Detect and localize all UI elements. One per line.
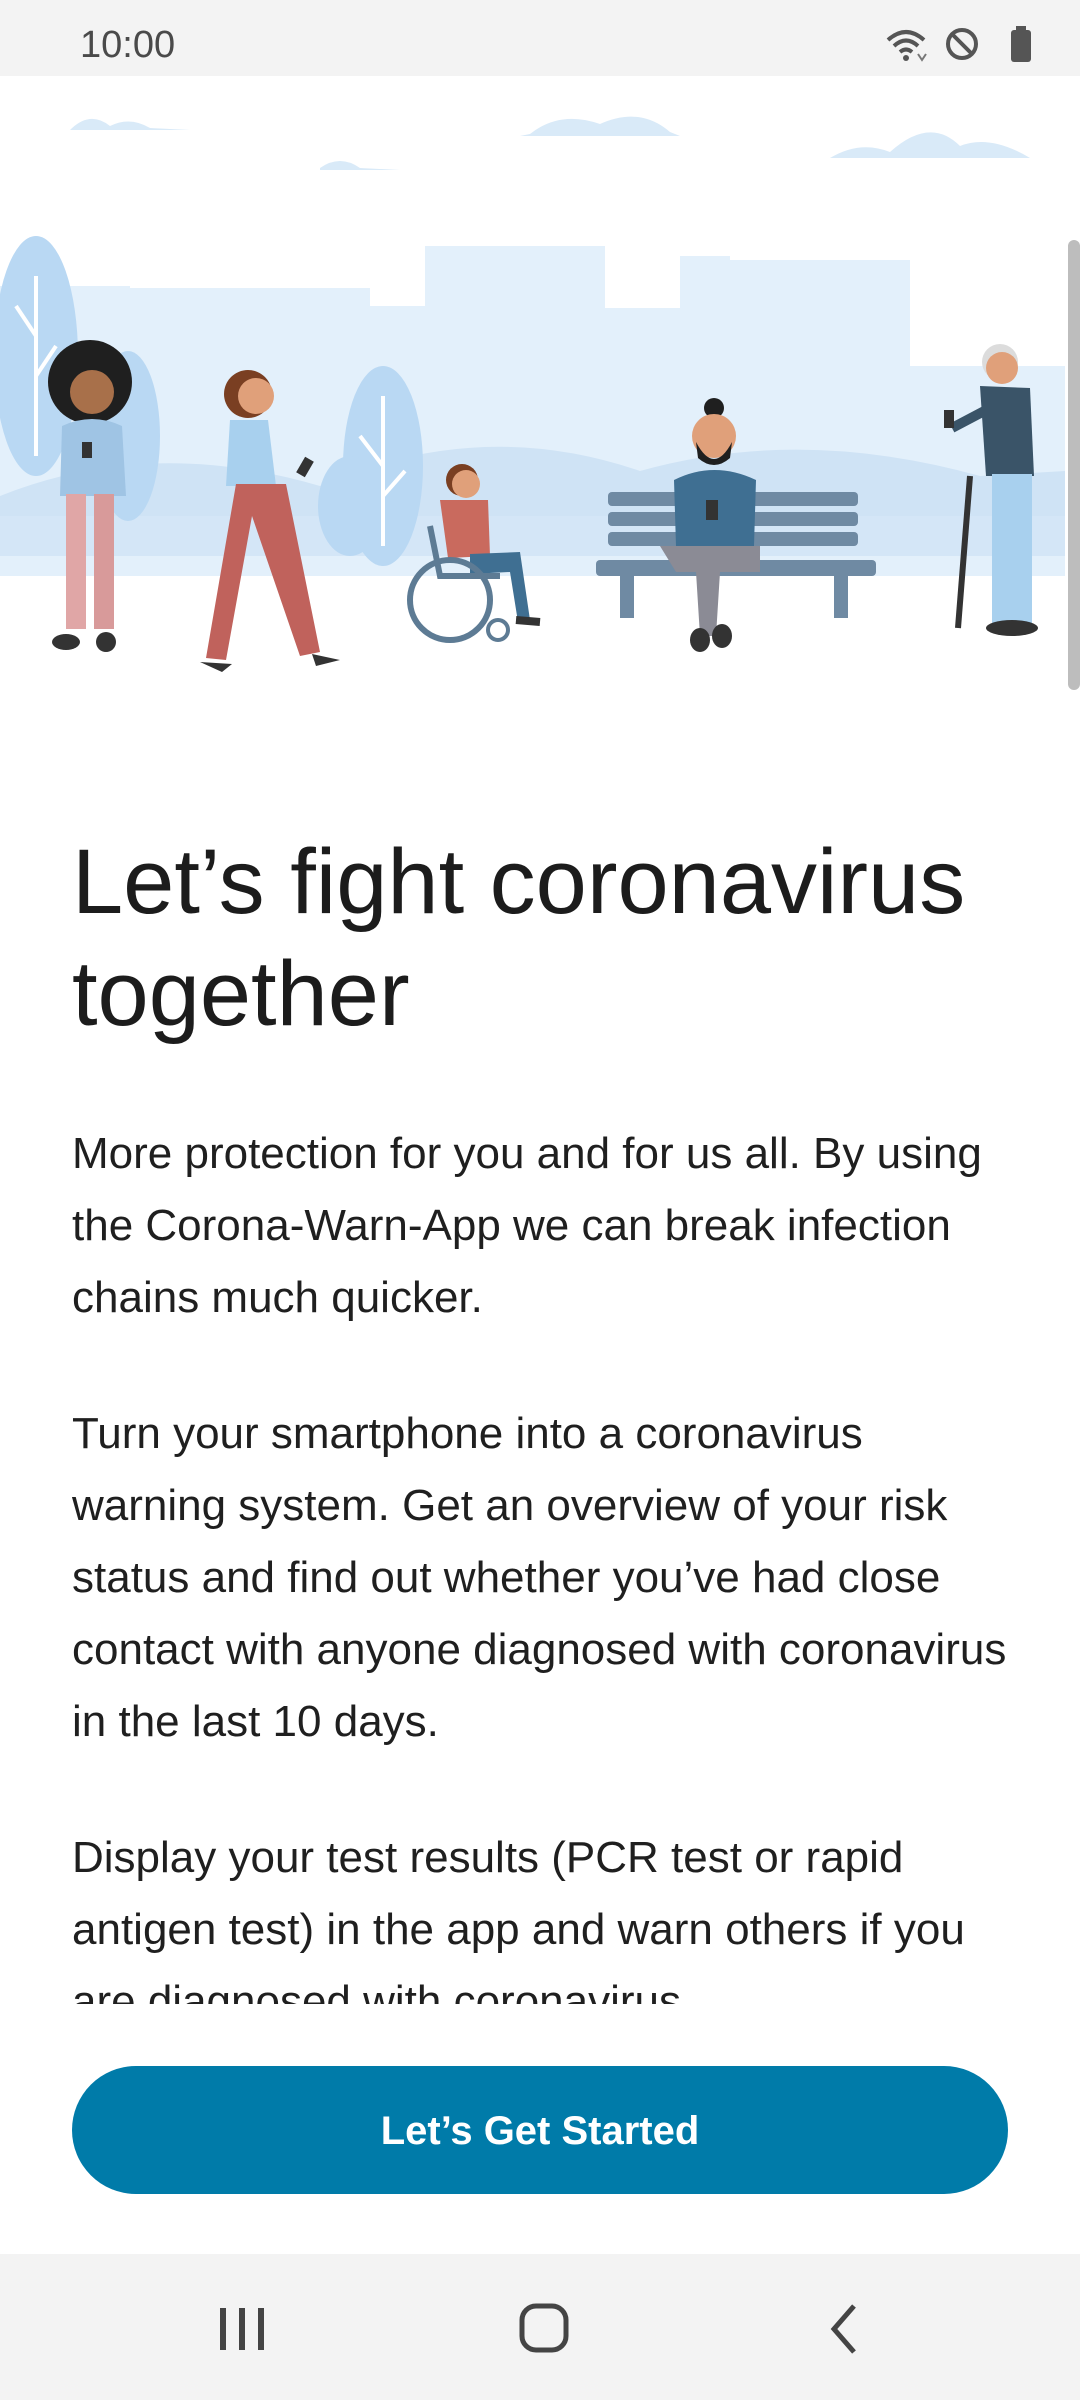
navigation-bar bbox=[0, 2254, 1080, 2400]
scrollbar[interactable] bbox=[1068, 240, 1080, 690]
person-woman-curly-hair bbox=[48, 340, 132, 652]
paragraph-test-results: Display your test results (PCR test or r… bbox=[72, 1833, 965, 2004]
battery-icon bbox=[1011, 26, 1031, 62]
ground-strip bbox=[0, 516, 1065, 556]
page-title: Let’s fight coronavirus together bbox=[72, 831, 966, 1045]
people-in-park-illustration bbox=[0, 116, 1065, 672]
back-icon[interactable] bbox=[806, 2294, 886, 2364]
tree bbox=[318, 456, 382, 556]
wifi-icon bbox=[886, 30, 927, 62]
onboarding-text[interactable]: More protection for you and for us all. … bbox=[72, 1118, 1022, 2004]
status-time: 10:00 bbox=[80, 24, 176, 66]
cloud-shape bbox=[70, 118, 190, 130]
cloud-shape bbox=[520, 116, 680, 136]
home-icon[interactable] bbox=[504, 2294, 584, 2364]
cloud-shape bbox=[830, 132, 1030, 158]
paragraph-warning-system: Turn your smartphone into a coronavirus … bbox=[72, 1409, 1007, 1746]
status-bar: 10:00 bbox=[0, 0, 1080, 76]
paragraph-protection: More protection for you and for us all. … bbox=[72, 1129, 982, 1322]
cloud-shape bbox=[320, 161, 400, 170]
do-not-disturb-icon bbox=[946, 28, 978, 60]
recents-icon[interactable] bbox=[202, 2294, 282, 2364]
get-started-button[interactable]: Let’s Get Started bbox=[72, 2066, 1008, 2194]
